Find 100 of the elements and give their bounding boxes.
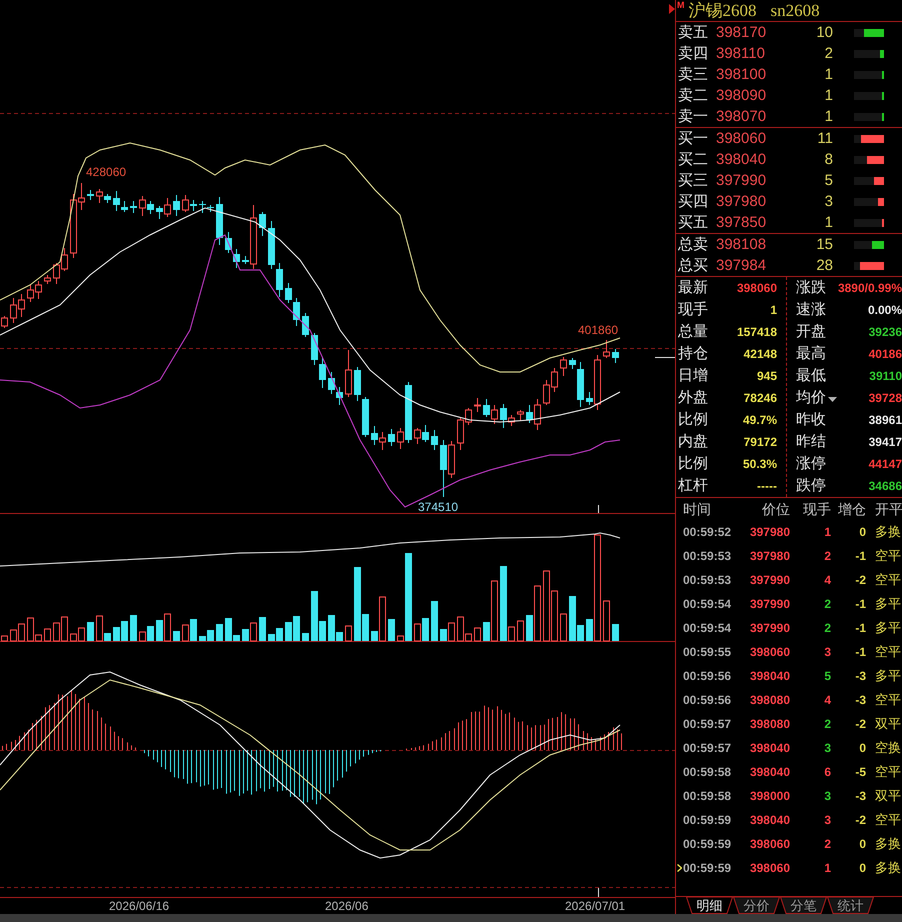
column-header: 时间 — [683, 500, 712, 518]
trade-volume: 1 — [823, 860, 831, 877]
trade-time: 00:59:58 — [683, 764, 732, 781]
total-volume: 28 — [815, 256, 833, 276]
stat-label: 现手 — [678, 300, 708, 320]
stat-value: 50.3% — [742, 456, 777, 473]
trade-time: 00:59:55 — [683, 644, 732, 661]
stat-value: 39728 — [868, 390, 902, 407]
order-price: 397990 — [716, 171, 768, 191]
trade-oi-change: 0 — [858, 836, 866, 853]
stat-label: 内盘 — [678, 432, 708, 452]
trade-price: 398000 — [748, 788, 790, 805]
total-volume: 15 — [815, 235, 833, 255]
stat-label: 持仓 — [678, 344, 708, 364]
order-volume: 2 — [824, 44, 833, 64]
trade-oi-change: -3 — [854, 668, 866, 685]
total-price: 397984 — [716, 256, 768, 276]
price-label: 428060 — [86, 165, 126, 179]
trade-price: 398040 — [748, 764, 790, 781]
trade-time: 00:59:52 — [683, 524, 732, 541]
stat-value: 0.00% — [866, 302, 902, 319]
order-price: 398100 — [716, 65, 768, 85]
stat-label: 涨跌 — [796, 278, 826, 298]
stat-value: 40186 — [868, 346, 902, 363]
column-header: 现手 — [802, 500, 831, 518]
stat-value: 3890/0.99% — [836, 280, 902, 297]
trade-oi-change: -3 — [854, 788, 866, 805]
order-level-label: 买三 — [678, 171, 709, 191]
column-header: 增仓 — [837, 500, 866, 518]
stat-label: 均价 — [796, 388, 826, 408]
stat-value: 38961 — [868, 412, 902, 429]
trade-volume: 2 — [823, 836, 831, 853]
trade-type: 空平 — [874, 811, 902, 830]
trade-type: 多换 — [874, 523, 902, 542]
trade-oi-change: -2 — [854, 716, 866, 733]
trade-oi-change: -5 — [854, 764, 866, 781]
trade-type: 多平 — [874, 595, 902, 614]
trade-time: 00:59:54 — [683, 620, 732, 637]
trade-price: 398040 — [748, 740, 790, 757]
trade-type: 空平 — [874, 691, 902, 710]
order-volume: 1 — [824, 65, 833, 85]
tab[interactable]: 分价 — [733, 897, 780, 914]
trade-oi-change: 0 — [858, 860, 866, 877]
trade-price: 397990 — [748, 620, 790, 637]
stat-label: 日增 — [678, 366, 708, 386]
trade-volume: 3 — [823, 812, 831, 829]
trade-oi-change: -1 — [854, 620, 866, 637]
trade-type: 多换 — [874, 859, 902, 878]
order-volume: 1 — [824, 107, 833, 127]
trade-price: 398080 — [748, 692, 790, 709]
trade-type: 双平 — [874, 787, 902, 806]
trade-time: 00:59:59 — [683, 812, 732, 829]
trade-type: 空平 — [874, 643, 902, 662]
trade-type: 双平 — [874, 715, 902, 734]
date-label: 2026/06 — [325, 899, 368, 913]
order-level-label: 买五 — [678, 213, 709, 233]
date-label: 2026/06/16 — [109, 899, 170, 913]
total-label: 总卖 — [678, 235, 709, 255]
trade-oi-change: 0 — [858, 740, 866, 757]
tab[interactable]: 明细 — [686, 897, 733, 914]
tab[interactable]: 分笔 — [780, 897, 827, 914]
trade-type: 多换 — [874, 835, 902, 854]
order-price: 398090 — [716, 86, 768, 106]
trade-time: 00:59:57 — [683, 716, 732, 733]
tick-mark — [598, 504, 599, 514]
stat-value: 49.7% — [742, 412, 777, 429]
date-label: 2026/07/01 — [565, 899, 626, 913]
trade-volume: 1 — [823, 524, 831, 541]
tab[interactable]: 统计 — [827, 897, 874, 914]
trade-time: 00:59:53 — [683, 572, 732, 589]
trade-time: 00:59:54 — [683, 596, 732, 613]
stat-value: 44147 — [868, 456, 902, 473]
price-label: 374510 — [418, 500, 458, 514]
trade-time: 00:59:59 — [683, 836, 732, 853]
stat-label: 比例 — [678, 410, 708, 430]
order-volume: 10 — [815, 23, 833, 43]
total-label: 总买 — [678, 256, 709, 276]
trade-volume: 2 — [823, 596, 831, 613]
stat-label: 跌停 — [796, 476, 826, 496]
stat-label: 最低 — [796, 366, 826, 386]
column-header: 价位 — [761, 500, 790, 518]
stat-label: 开盘 — [796, 322, 826, 342]
tick-mark — [598, 888, 599, 898]
trade-oi-change: -1 — [854, 596, 866, 613]
trade-oi-change: -2 — [854, 812, 866, 829]
total-price: 398108 — [716, 235, 768, 255]
trade-type: 多平 — [874, 619, 902, 638]
order-price: 398040 — [716, 150, 768, 170]
stat-value: 78246 — [742, 390, 777, 407]
order-level-label: 卖五 — [678, 23, 709, 43]
dropdown-caret-icon[interactable] — [828, 397, 837, 402]
trade-price: 397980 — [748, 548, 790, 565]
trade-volume: 5 — [823, 668, 831, 685]
order-volume: 8 — [824, 150, 833, 170]
trade-price: 398060 — [748, 644, 790, 661]
order-volume: 1 — [824, 86, 833, 106]
order-volume: 11 — [816, 129, 833, 149]
order-price: 397850 — [716, 213, 768, 233]
order-volume: 1 — [824, 213, 833, 233]
trade-volume: 3 — [823, 740, 831, 757]
